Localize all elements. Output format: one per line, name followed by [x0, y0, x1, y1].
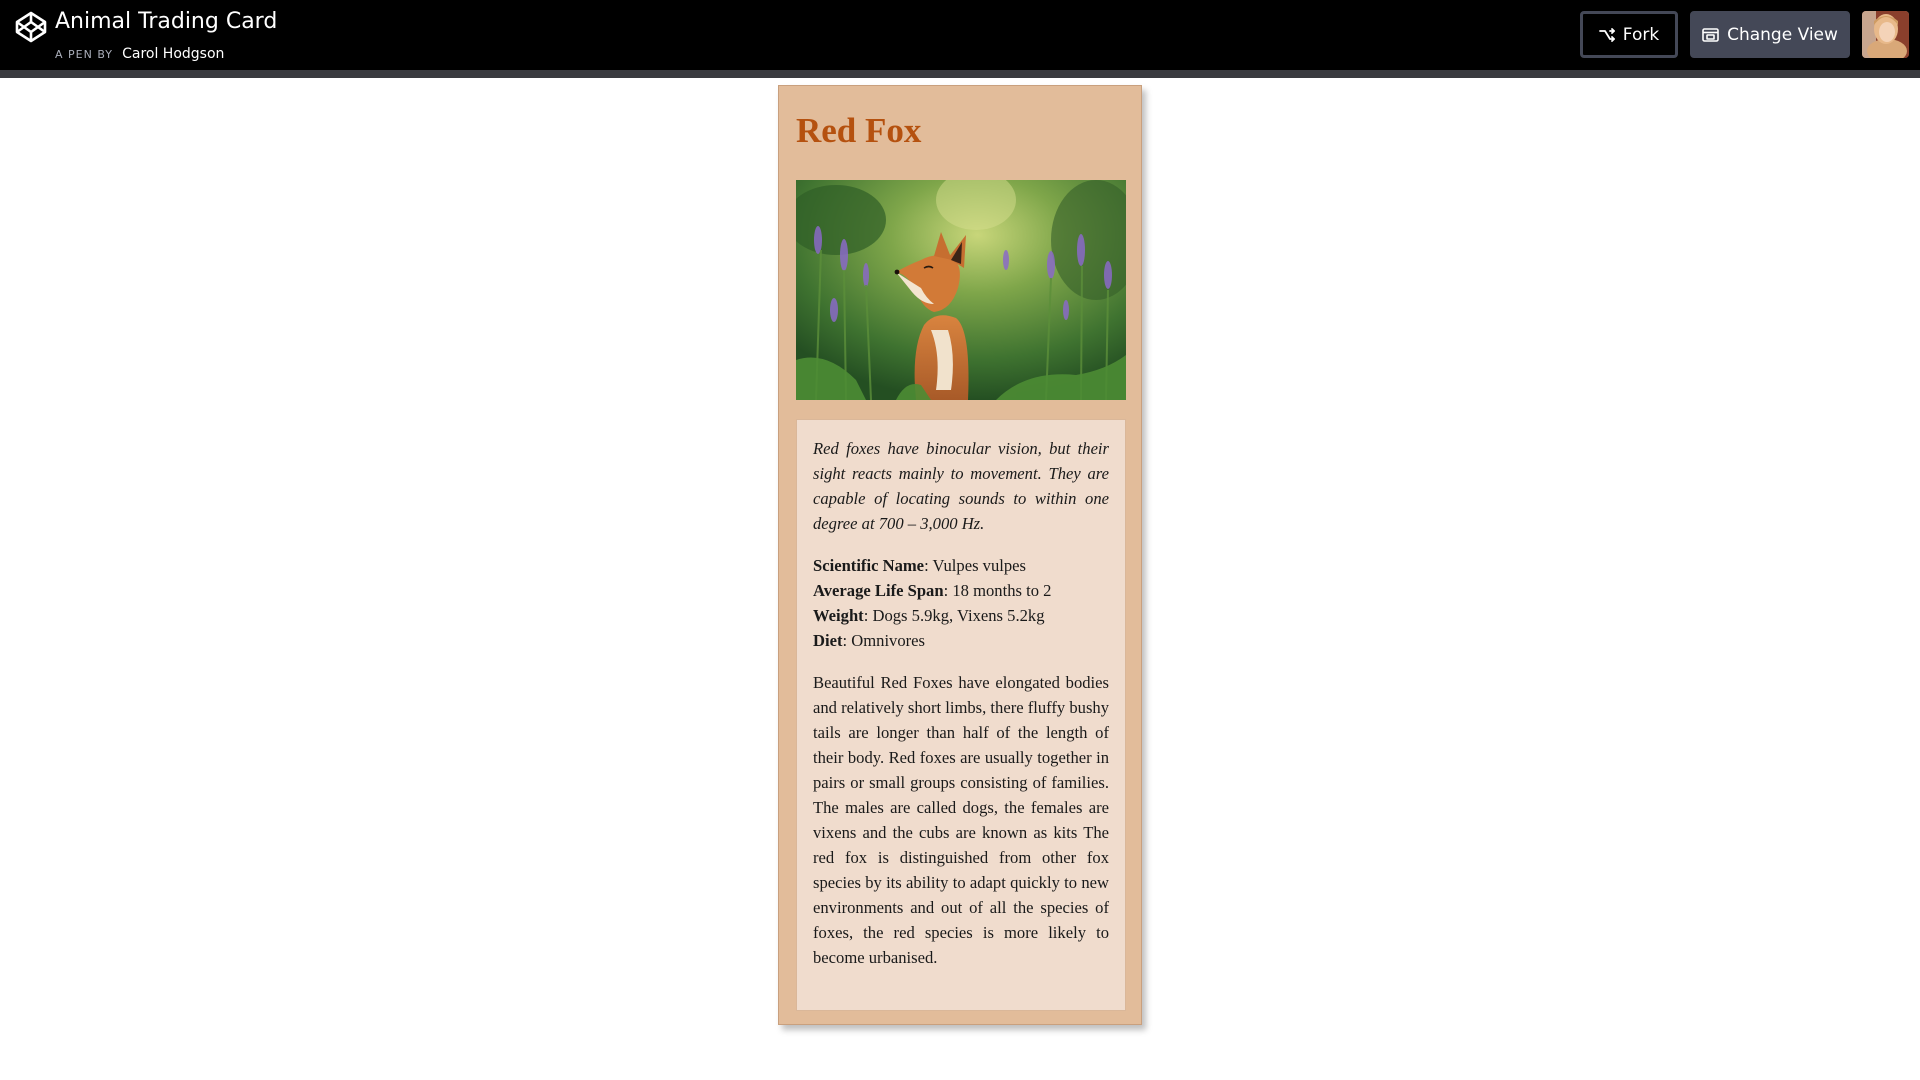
fact-life-span: Average Life Span: 18 months to 2	[813, 578, 1109, 603]
fact-label: Scientific Name	[813, 556, 925, 575]
red-fox-image	[796, 180, 1126, 400]
pen-byline: A PEN BY Carol Hodgson	[55, 43, 224, 62]
card-fact-panel: Red foxes have binocular vision, but the…	[796, 419, 1126, 1011]
fact-diet: Diet: Omnivores	[813, 628, 1109, 653]
fact-label: Average Life Span	[813, 581, 944, 600]
animal-description: Beautiful Red Foxes have elongated bodie…	[813, 673, 1110, 967]
fork-icon	[1598, 27, 1615, 42]
fact-value: : Omnivores	[842, 631, 926, 650]
fact-value: : Vulpes vulpes	[924, 556, 1027, 575]
red-fox-photo	[796, 180, 1126, 400]
card-title: Red Fox	[796, 111, 922, 150]
avatar-image	[1862, 11, 1909, 58]
top-bar: Animal Trading Card A PEN BY Carol Hodgs…	[0, 0, 1920, 70]
author-link[interactable]: Carol Hodgson	[122, 46, 224, 62]
change-view-label: Change View	[1727, 24, 1838, 45]
byline-prefix: A PEN BY	[55, 48, 113, 61]
change-view-button[interactable]: Change View	[1690, 11, 1850, 58]
fact-value: : 18 months to 2	[943, 581, 1052, 600]
fact-scientific-name: Scientific Name: Vulpes vulpes	[813, 553, 1109, 578]
pen-title: Animal Trading Card	[55, 9, 278, 34]
fact-label: Weight	[813, 606, 864, 625]
top-bar-divider	[0, 70, 1920, 78]
fact-intro: Red foxes have binocular vision, but the…	[813, 439, 1109, 533]
trading-card: Red Fox Red foxes have binocular vision,…	[778, 85, 1142, 1025]
fact-value: : Dogs 5.9kg, Vixens 5.2kg	[863, 606, 1045, 625]
fact-list: Scientific Name: Vulpes vulpes Average L…	[813, 553, 1109, 653]
fork-button[interactable]: Fork	[1580, 11, 1678, 58]
codepen-logo-icon[interactable]	[14, 10, 48, 44]
fork-label: Fork	[1622, 24, 1660, 45]
fact-weight: Weight: Dogs 5.9kg, Vixens 5.2kg	[813, 603, 1109, 628]
layout-icon	[1702, 27, 1719, 42]
user-avatar[interactable]	[1862, 11, 1909, 58]
fact-label: Diet	[813, 631, 843, 650]
